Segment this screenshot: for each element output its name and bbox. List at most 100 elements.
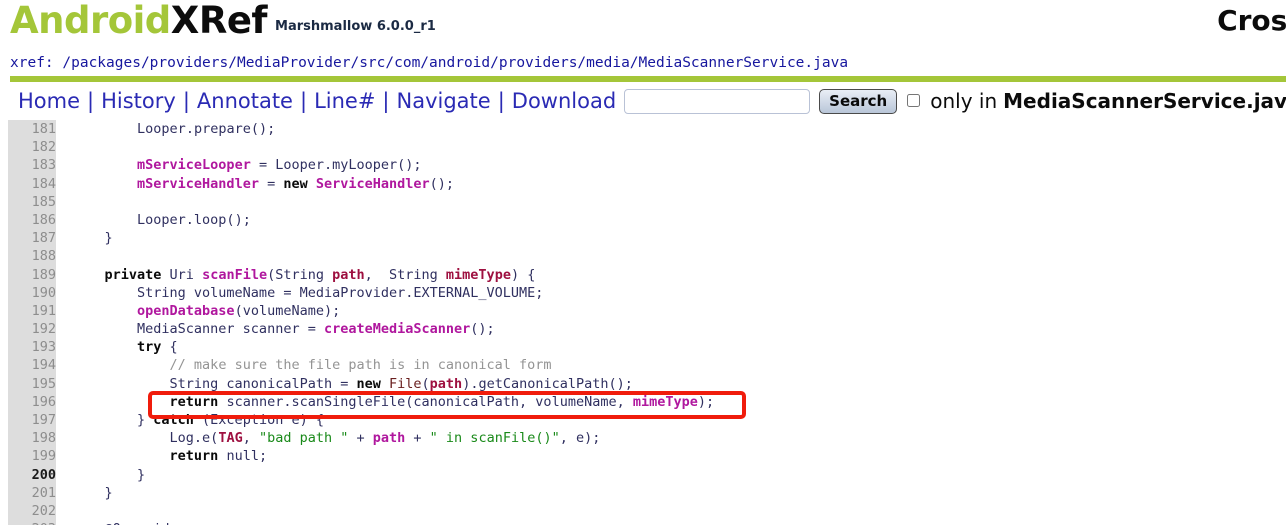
- line-number[interactable]: 183: [8, 156, 56, 174]
- code-line: 185: [0, 193, 1286, 211]
- code-token: mimeType: [632, 393, 698, 410]
- line-number[interactable]: 188: [8, 247, 56, 265]
- code-token: ) {: [510, 266, 536, 283]
- code-line-text: openDatabase(volumeName);: [72, 302, 340, 320]
- code-line: 201 }: [0, 484, 1286, 502]
- code-line-text: String canonicalPath = new File(path).ge…: [72, 375, 633, 393]
- code-token: +: [405, 430, 430, 447]
- nav-link-download[interactable]: Download: [512, 89, 616, 113]
- line-number[interactable]: 192: [8, 320, 56, 338]
- page-header: AndroidXRef Marshmallow 6.0.0_r1 Cross: [0, 0, 1286, 55]
- line-number[interactable]: 184: [8, 175, 56, 193]
- search-button[interactable]: Search: [819, 88, 898, 114]
- xref-path-line: xref: /packages/providers/MediaProvider/…: [10, 55, 849, 71]
- search-input[interactable]: [624, 88, 811, 114]
- nav-link-annotate[interactable]: Annotate: [197, 89, 293, 113]
- code-token: "bad path ": [258, 430, 349, 447]
- code-token: }: [72, 484, 113, 501]
- code-token: ();: [429, 175, 455, 192]
- current-filename-label: MediaScannerService.java: [1003, 89, 1286, 113]
- code-token: // make sure the file path is in canonic…: [169, 357, 552, 374]
- line-number[interactable]: 202: [8, 502, 56, 520]
- nav-link-history[interactable]: History: [101, 89, 176, 113]
- code-line-text: } catch (Exception e) {: [72, 411, 324, 429]
- code-token: }: [72, 230, 113, 247]
- code-line: 196 return scanner.scanSingleFile(canoni…: [0, 393, 1286, 411]
- code-line: 183 mServiceLooper = Looper.myLooper();: [0, 156, 1286, 174]
- code-token: {: [161, 339, 178, 356]
- line-number[interactable]: 194: [8, 356, 56, 374]
- code-line: 186 Looper.loop();: [0, 211, 1286, 229]
- logo-xref-text: XRef: [170, 0, 268, 42]
- line-number[interactable]: 203: [8, 520, 56, 525]
- code-line-text: private Uri scanFile(String path, String…: [72, 266, 536, 284]
- code-token: catch: [153, 412, 194, 428]
- code-line: 194 // make sure the file path is in can…: [0, 356, 1286, 374]
- code-token: mimeType: [445, 266, 511, 283]
- line-number[interactable]: 182: [8, 138, 56, 156]
- code-line-text: return scanner.scanSingleFile(canonicalP…: [72, 393, 715, 411]
- code-token: " in scanFile()": [429, 430, 560, 447]
- code-token: , e);: [559, 430, 601, 447]
- code-token: Uri: [161, 266, 203, 283]
- nav-link-home[interactable]: Home: [18, 89, 80, 113]
- source-code-viewer[interactable]: 181 Looper.prepare(); 182 183 mServiceLoop…: [0, 120, 1286, 525]
- nav-link-linenum[interactable]: Line#: [314, 89, 375, 113]
- code-token: String canonicalPath =: [72, 375, 357, 392]
- line-number[interactable]: 185: [8, 193, 56, 211]
- nav-link-navigate[interactable]: Navigate: [397, 89, 491, 113]
- code-token: =: [258, 175, 284, 192]
- nav-separator: |: [299, 89, 308, 113]
- code-token: = Looper.myLooper();: [250, 157, 422, 174]
- code-token: ();: [470, 321, 495, 338]
- code-token: openDatabase: [137, 302, 235, 319]
- line-number[interactable]: 193: [8, 338, 56, 356]
- line-number[interactable]: 201: [8, 484, 56, 502]
- line-number[interactable]: 200: [8, 466, 56, 484]
- code-line: 193 try {: [0, 338, 1286, 356]
- code-token: new: [283, 175, 308, 192]
- code-line-text: @Override: [72, 520, 178, 525]
- code-token: .prepare();: [185, 121, 276, 137]
- code-line-text: }: [72, 484, 113, 502]
- line-number[interactable]: 197: [8, 411, 56, 429]
- code-line-text: // make sure the file path is in canonic…: [72, 356, 552, 374]
- code-token: scanner.scanSingleFile(canonicalPath, vo…: [218, 393, 633, 410]
- line-number[interactable]: 189: [8, 266, 56, 284]
- code-line-text: Looper.loop();: [72, 211, 251, 229]
- line-number[interactable]: 186: [8, 211, 56, 229]
- code-token: new: [356, 375, 381, 392]
- code-token: MediaScanner scanner =: [72, 321, 324, 338]
- code-token: path: [332, 266, 365, 283]
- line-number[interactable]: 196: [8, 393, 56, 411]
- code-token: (volumeName);: [234, 302, 341, 319]
- code-token: ServiceHandler: [315, 175, 430, 192]
- line-number[interactable]: 195: [8, 375, 56, 393]
- code-line-text: mServiceHandler = new ServiceHandler();: [72, 175, 454, 193]
- line-number[interactable]: 198: [8, 429, 56, 447]
- line-number[interactable]: 190: [8, 284, 56, 302]
- line-number[interactable]: 187: [8, 229, 56, 247]
- code-token: ,: [242, 430, 259, 447]
- code-token: path: [429, 375, 463, 392]
- nav-separator: |: [182, 89, 190, 113]
- line-number[interactable]: 199: [8, 447, 56, 465]
- code-line-text: try {: [72, 338, 178, 356]
- code-line: 187 }: [0, 229, 1286, 247]
- code-token: return: [169, 448, 219, 465]
- code-token: );: [697, 393, 715, 410]
- code-token: private: [104, 266, 162, 283]
- only-in-file-checkbox[interactable]: [907, 93, 921, 107]
- line-number[interactable]: 191: [8, 302, 56, 320]
- only-in-label: only in: [930, 89, 998, 113]
- code-token: Looper.loop();: [137, 211, 251, 228]
- code-token: (String: [267, 266, 333, 283]
- code-token: (: [421, 375, 430, 392]
- line-number[interactable]: 181: [8, 120, 56, 138]
- code-token: createMediaScanner: [323, 321, 471, 338]
- code-token: }: [72, 412, 154, 428]
